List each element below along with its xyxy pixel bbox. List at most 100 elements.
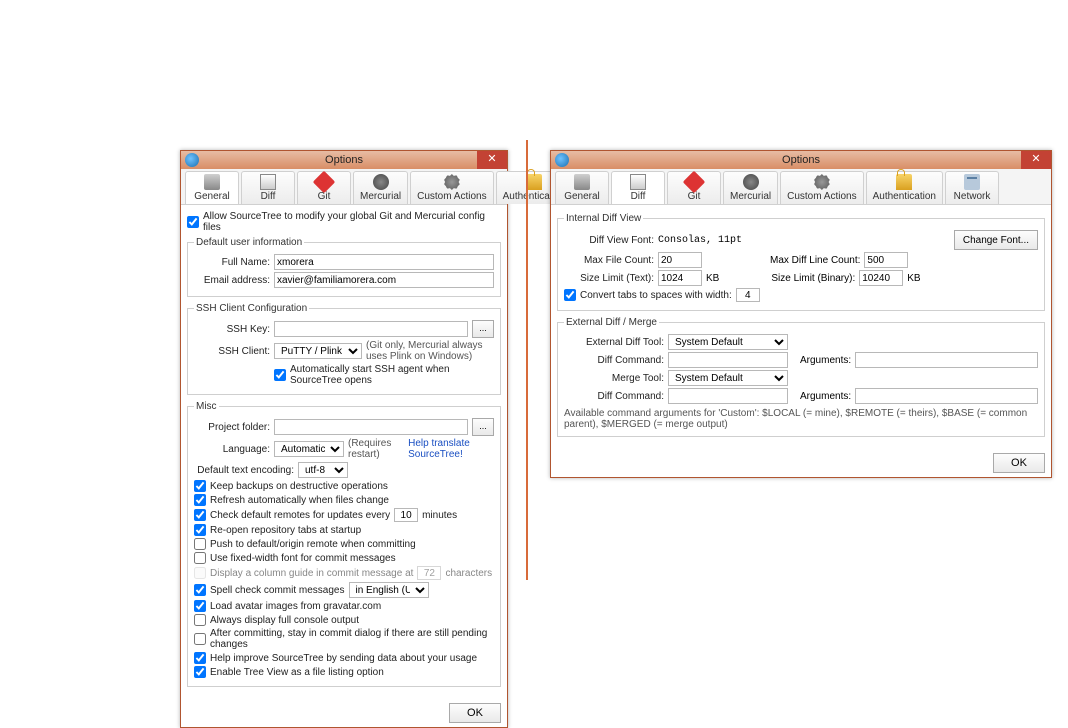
- tabbar: General Diff Git Mercurial Custom Action…: [551, 169, 1051, 205]
- chk-keep-backups[interactable]: Keep backups on destructive operations: [194, 480, 494, 492]
- ssh-client-select[interactable]: PuTTY / Plink: [274, 343, 362, 359]
- tab-diff[interactable]: Diff: [241, 171, 295, 204]
- group-misc: Misc Project folder: ... Language: Autom…: [187, 401, 501, 687]
- max-file-count-input[interactable]: [658, 252, 702, 268]
- size-bin-input[interactable]: [859, 270, 903, 286]
- encoding-label: Default text encoding:: [194, 465, 294, 476]
- full-name-label: Full Name:: [194, 257, 270, 268]
- chk-push-default[interactable]: Push to default/origin remote when commi…: [194, 538, 494, 550]
- tab-auth[interactable]: Authentication: [866, 171, 943, 204]
- legend-ssh: SSH Client Configuration: [194, 303, 309, 314]
- size-bin-label: Size Limit (Binary):: [771, 273, 855, 284]
- titlebar[interactable]: Options ✕: [181, 151, 507, 169]
- group-internal-diff: Internal Diff View Diff View Font: Conso…: [557, 213, 1045, 311]
- mercurial-icon: [743, 174, 759, 190]
- chk-stay-commit[interactable]: After committing, stay in commit dialog …: [194, 628, 494, 650]
- footer: OK: [181, 699, 507, 727]
- git-icon: [313, 171, 336, 194]
- max-line-count-input[interactable]: [864, 252, 908, 268]
- chk-fixed-width[interactable]: Use fixed-width font for commit messages: [194, 552, 494, 564]
- tab-git[interactable]: Git: [297, 171, 351, 204]
- close-button[interactable]: ✕: [477, 151, 507, 169]
- font-label: Diff View Font:: [564, 235, 654, 246]
- chk-ssh-autostart[interactable]: Automatically start SSH agent when Sourc…: [274, 364, 494, 386]
- legend-misc: Misc: [194, 401, 219, 412]
- window-title: Options: [325, 154, 363, 166]
- diff-cmd-label: Diff Command:: [564, 355, 664, 366]
- spell-language-select[interactable]: in English (US): [349, 582, 429, 598]
- size-text-label: Size Limit (Text):: [564, 273, 654, 284]
- git-icon: [683, 171, 706, 194]
- column-guide-input: [417, 566, 441, 580]
- args-note: Available command arguments for 'Custom'…: [564, 408, 1038, 430]
- titlebar[interactable]: Options ✕: [551, 151, 1051, 169]
- size-text-unit: KB: [706, 273, 719, 284]
- change-font-button[interactable]: Change Font...: [954, 230, 1038, 250]
- group-external-diff: External Diff / Merge External Diff Tool…: [557, 317, 1045, 437]
- tabbar: General Diff Git Mercurial Custom Action…: [181, 169, 507, 205]
- check-remotes-interval-input[interactable]: [394, 508, 418, 522]
- footer: OK: [551, 449, 1051, 477]
- tab-diff[interactable]: Diff: [611, 171, 665, 204]
- tab-general[interactable]: General: [555, 171, 609, 204]
- translate-link[interactable]: Help translate SourceTree!: [408, 438, 494, 460]
- diff-cmd-input[interactable]: [668, 352, 788, 368]
- divider: [526, 140, 528, 580]
- diff-icon: [260, 174, 276, 190]
- max-file-count-label: Max File Count:: [564, 255, 654, 266]
- chk-convert-tabs[interactable]: Convert tabs to spaces with width:: [564, 288, 1038, 302]
- tab-git[interactable]: Git: [667, 171, 721, 204]
- ssh-key-input[interactable]: [274, 321, 468, 337]
- tab-mercurial[interactable]: Mercurial: [723, 171, 778, 204]
- language-select[interactable]: Automatic: [274, 441, 344, 457]
- project-folder-input[interactable]: [274, 419, 468, 435]
- tab-mercurial[interactable]: Mercurial: [353, 171, 408, 204]
- chk-check-remotes[interactable]: Check default remotes for updates everym…: [194, 508, 494, 522]
- legend-user-info: Default user information: [194, 237, 304, 248]
- chk-refresh-auto[interactable]: Refresh automatically when files change: [194, 494, 494, 506]
- tab-general[interactable]: General: [185, 171, 239, 204]
- chk-reopen-tabs[interactable]: Re-open repository tabs at startup: [194, 524, 494, 536]
- chk-column-guide[interactable]: Display a column guide in commit message…: [194, 566, 494, 580]
- project-folder-browse-button[interactable]: ...: [472, 418, 494, 436]
- email-input[interactable]: [274, 272, 494, 288]
- merge-args-input[interactable]: [855, 388, 1038, 404]
- legend-internal: Internal Diff View: [564, 213, 643, 224]
- general-icon: [204, 174, 220, 190]
- size-bin-unit: KB: [907, 273, 920, 284]
- tab-custom[interactable]: Custom Actions: [780, 171, 863, 204]
- group-user-info: Default user information Full Name: Emai…: [187, 237, 501, 297]
- size-text-input[interactable]: [658, 270, 702, 286]
- diff-args-label: Arguments:: [800, 355, 851, 366]
- tab-width-input[interactable]: [736, 288, 760, 302]
- ext-diff-tool-label: External Diff Tool:: [564, 337, 664, 348]
- app-icon: [185, 153, 199, 167]
- merge-tool-select[interactable]: System Default: [668, 370, 788, 386]
- ok-button[interactable]: OK: [993, 453, 1045, 473]
- ssh-key-browse-button[interactable]: ...: [472, 320, 494, 338]
- options-window-diff: Options ✕ General Diff Git Mercurial Cus…: [550, 150, 1052, 478]
- lock-icon: [896, 174, 912, 190]
- merge-cmd-input[interactable]: [668, 388, 788, 404]
- general-icon: [574, 174, 590, 190]
- ok-button[interactable]: OK: [449, 703, 501, 723]
- diff-args-input[interactable]: [855, 352, 1038, 368]
- group-ssh: SSH Client Configuration SSH Key: ... SS…: [187, 303, 501, 395]
- chk-spell[interactable]: Spell check commit messagesin English (U…: [194, 582, 494, 598]
- chk-allow-modify[interactable]: Allow SourceTree to modify your global G…: [187, 211, 501, 233]
- tab-custom[interactable]: Custom Actions: [410, 171, 493, 204]
- full-name-input[interactable]: [274, 254, 494, 270]
- email-label: Email address:: [194, 275, 270, 286]
- tab-network[interactable]: Network: [945, 171, 999, 204]
- chk-telemetry[interactable]: Help improve SourceTree by sending data …: [194, 652, 494, 664]
- diff-icon: [630, 174, 646, 190]
- encoding-select[interactable]: utf-8: [298, 462, 348, 478]
- ext-diff-tool-select[interactable]: System Default: [668, 334, 788, 350]
- chk-console[interactable]: Always display full console output: [194, 614, 494, 626]
- app-icon: [555, 153, 569, 167]
- merge-tool-label: Merge Tool:: [564, 373, 664, 384]
- gear-icon: [814, 174, 830, 190]
- chk-treeview[interactable]: Enable Tree View as a file listing optio…: [194, 666, 494, 678]
- chk-gravatar[interactable]: Load avatar images from gravatar.com: [194, 600, 494, 612]
- close-button[interactable]: ✕: [1021, 151, 1051, 169]
